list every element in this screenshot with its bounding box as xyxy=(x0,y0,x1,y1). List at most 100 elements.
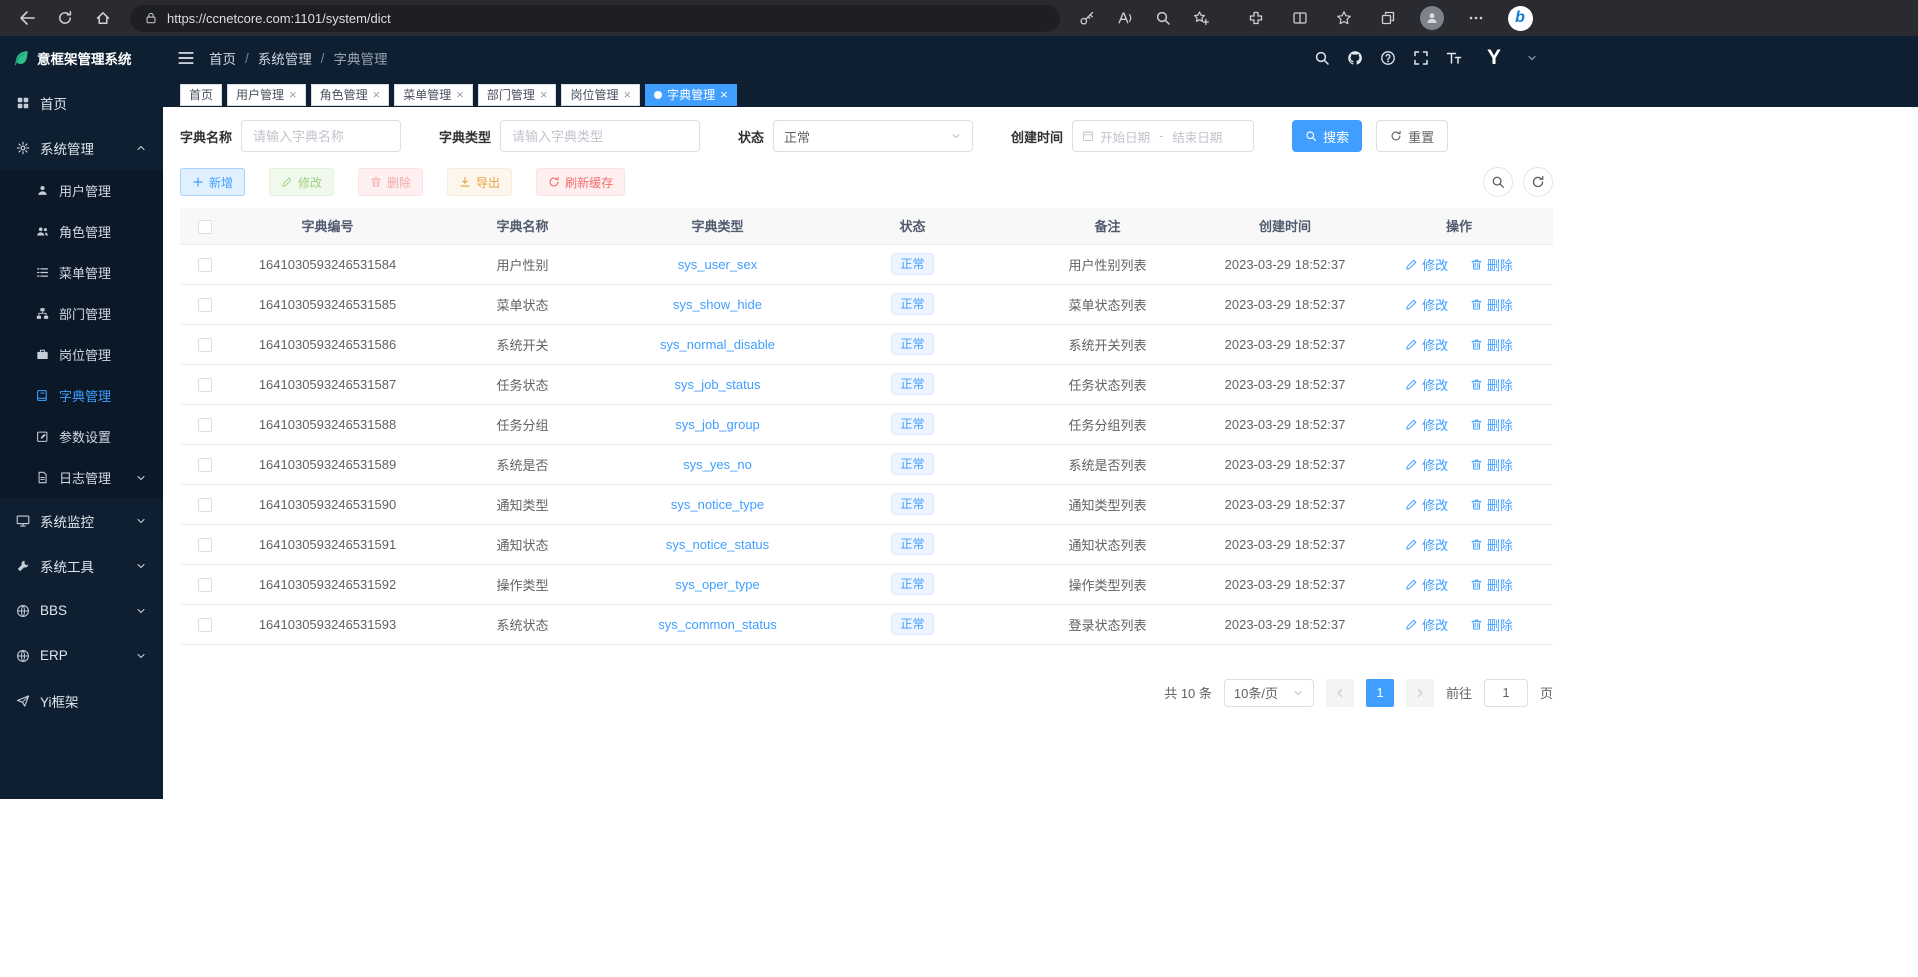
read-aloud-button[interactable] xyxy=(1106,3,1144,33)
close-tab-icon[interactable]: × xyxy=(289,88,297,101)
github-button[interactable] xyxy=(1347,50,1363,66)
row-delete-button[interactable]: 删除 xyxy=(1470,255,1513,274)
font-size-button[interactable] xyxy=(1446,50,1462,66)
row-edit-button[interactable]: 修改 xyxy=(1405,455,1448,474)
reset-button[interactable]: 重置 xyxy=(1376,120,1448,152)
row-edit-button[interactable]: 修改 xyxy=(1405,335,1448,354)
page-size-select[interactable]: 10条/页 xyxy=(1224,679,1314,707)
row-delete-button[interactable]: 删除 xyxy=(1470,455,1513,474)
status-select[interactable]: 正常 xyxy=(773,120,973,152)
row-delete-button[interactable]: 删除 xyxy=(1470,375,1513,394)
row-checkbox[interactable] xyxy=(198,378,212,392)
row-edit-button[interactable]: 修改 xyxy=(1405,375,1448,394)
dict-type-link[interactable]: sys_show_hide xyxy=(673,297,762,312)
row-checkbox[interactable] xyxy=(198,298,212,312)
row-edit-button[interactable]: 修改 xyxy=(1405,415,1448,434)
fullscreen-button[interactable] xyxy=(1413,50,1429,66)
row-delete-button[interactable]: 删除 xyxy=(1470,295,1513,314)
sidebar-item-menu-mgmt[interactable]: 菜单管理 xyxy=(0,252,163,293)
bing-chat-button[interactable]: b xyxy=(1498,3,1542,33)
address-bar[interactable]: https://ccnetcore.com:1101/system/dict xyxy=(130,5,1060,32)
browser-menu-button[interactable] xyxy=(1454,3,1498,33)
row-delete-button[interactable]: 删除 xyxy=(1470,335,1513,354)
row-delete-button[interactable]: 删除 xyxy=(1470,495,1513,514)
extensions-button[interactable] xyxy=(1234,3,1278,33)
password-key-button[interactable] xyxy=(1068,3,1106,33)
refresh-table-button[interactable] xyxy=(1523,167,1553,197)
sidebar-item-post-mgmt[interactable]: 岗位管理 xyxy=(0,334,163,375)
app-logo[interactable]: 意框架管理系统 xyxy=(0,36,163,80)
sidebar-item-system-tools[interactable]: 系统工具 xyxy=(0,543,163,588)
refresh-cache-button[interactable]: 刷新缓存 xyxy=(536,168,625,196)
breadcrumb-home[interactable]: 首页 xyxy=(209,48,236,68)
sidebar-item-bbs[interactable]: BBS xyxy=(0,588,163,633)
tab-post-mgmt[interactable]: 岗位管理× xyxy=(561,84,640,106)
date-range-picker[interactable]: 开始日期 - 结束日期 xyxy=(1072,120,1254,152)
tab-menu-mgmt[interactable]: 菜单管理× xyxy=(394,84,473,106)
dict-type-link[interactable]: sys_yes_no xyxy=(683,457,752,472)
favorites-button[interactable] xyxy=(1322,3,1366,33)
current-page-button[interactable]: 1 xyxy=(1366,679,1394,707)
row-delete-button[interactable]: 删除 xyxy=(1470,415,1513,434)
chevron-down-icon[interactable] xyxy=(1526,52,1538,64)
sidebar-item-dict-mgmt[interactable]: 字典管理 xyxy=(0,375,163,416)
sidebar-item-param-settings[interactable]: 参数设置 xyxy=(0,416,163,457)
sidebar-item-home[interactable]: 首页 xyxy=(0,80,163,125)
row-checkbox[interactable] xyxy=(198,578,212,592)
dict-type-link[interactable]: sys_job_group xyxy=(675,417,760,432)
tab-dept-mgmt[interactable]: 部门管理× xyxy=(478,84,557,106)
row-delete-button[interactable]: 删除 xyxy=(1470,535,1513,554)
browser-home-button[interactable] xyxy=(84,3,122,33)
close-tab-icon[interactable]: × xyxy=(720,88,728,101)
add-button[interactable]: 新增 xyxy=(180,168,245,196)
close-tab-icon[interactable]: × xyxy=(456,88,464,101)
tab-dict-mgmt[interactable]: 字典管理× xyxy=(645,84,737,106)
row-checkbox[interactable] xyxy=(198,618,212,632)
add-favorite-button[interactable] xyxy=(1182,3,1220,33)
row-edit-button[interactable]: 修改 xyxy=(1405,575,1448,594)
close-tab-icon[interactable]: × xyxy=(623,88,631,101)
dict-type-input[interactable] xyxy=(500,120,700,152)
delete-button[interactable]: 删除 xyxy=(358,168,423,196)
dict-type-link[interactable]: sys_notice_status xyxy=(666,537,769,552)
back-button[interactable] xyxy=(8,3,46,33)
dict-type-link[interactable]: sys_oper_type xyxy=(675,577,760,592)
edit-button[interactable]: 修改 xyxy=(269,168,334,196)
row-delete-button[interactable]: 删除 xyxy=(1470,575,1513,594)
row-checkbox[interactable] xyxy=(198,258,212,272)
tab-user-mgmt[interactable]: 用户管理× xyxy=(227,84,306,106)
row-checkbox[interactable] xyxy=(198,458,212,472)
sidebar-item-role-mgmt[interactable]: 角色管理 xyxy=(0,211,163,252)
row-delete-button[interactable]: 删除 xyxy=(1470,615,1513,634)
help-button[interactable] xyxy=(1380,50,1396,66)
dict-type-link[interactable]: sys_user_sex xyxy=(678,257,757,272)
row-checkbox[interactable] xyxy=(198,498,212,512)
row-checkbox[interactable] xyxy=(198,538,212,552)
dict-type-link[interactable]: sys_common_status xyxy=(658,617,777,632)
next-page-button[interactable] xyxy=(1406,679,1434,707)
close-tab-icon[interactable]: × xyxy=(373,88,381,101)
sidebar-item-log-mgmt[interactable]: 日志管理 xyxy=(0,457,163,498)
dict-type-link[interactable]: sys_normal_disable xyxy=(660,337,775,352)
row-edit-button[interactable]: 修改 xyxy=(1405,615,1448,634)
sidebar-item-dept-mgmt[interactable]: 部门管理 xyxy=(0,293,163,334)
header-search-button[interactable] xyxy=(1314,50,1330,66)
select-all-checkbox[interactable] xyxy=(198,220,212,234)
prev-page-button[interactable] xyxy=(1326,679,1354,707)
search-button[interactable]: 搜索 xyxy=(1292,120,1362,152)
row-edit-button[interactable]: 修改 xyxy=(1405,255,1448,274)
reload-button[interactable] xyxy=(46,3,84,33)
row-edit-button[interactable]: 修改 xyxy=(1405,295,1448,314)
sidebar-item-system-monitor[interactable]: 系统监控 xyxy=(0,498,163,543)
tab-role-mgmt[interactable]: 角色管理× xyxy=(311,84,390,106)
sidebar-toggle[interactable] xyxy=(177,49,195,67)
user-avatar[interactable]: Y xyxy=(1479,43,1509,73)
split-screen-button[interactable] xyxy=(1278,3,1322,33)
row-checkbox[interactable] xyxy=(198,418,212,432)
row-checkbox[interactable] xyxy=(198,338,212,352)
toggle-search-button[interactable] xyxy=(1483,167,1513,197)
collections-button[interactable] xyxy=(1366,3,1410,33)
dict-type-link[interactable]: sys_job_status xyxy=(675,377,761,392)
sidebar-item-erp[interactable]: ERP xyxy=(0,633,163,678)
row-edit-button[interactable]: 修改 xyxy=(1405,495,1448,514)
